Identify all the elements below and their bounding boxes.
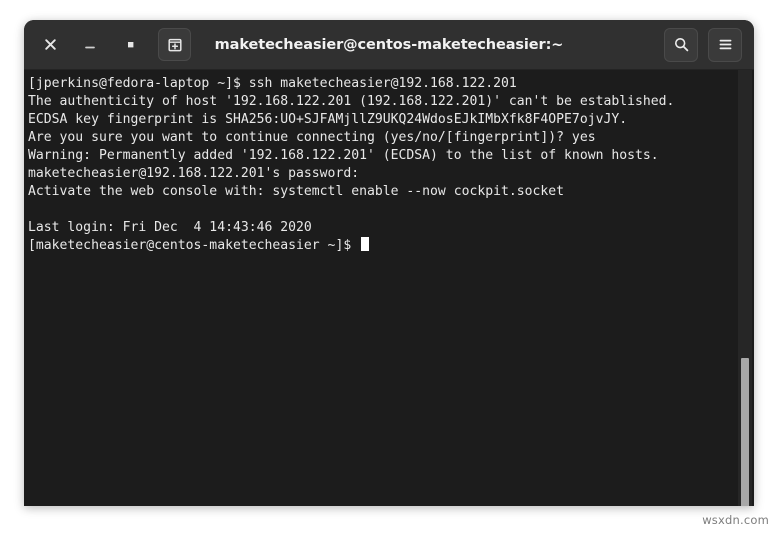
minimize-icon bbox=[85, 46, 95, 49]
menu-icon bbox=[719, 39, 731, 50]
search-button[interactable] bbox=[664, 27, 698, 62]
close-button[interactable] bbox=[36, 31, 64, 59]
maximize-icon bbox=[127, 42, 133, 48]
terminal-line: Activate the web console with: systemctl… bbox=[28, 184, 565, 199]
terminal-line: Last login: Fri Dec 4 14:43:46 2020 bbox=[28, 220, 312, 235]
terminal-line: [maketecheasier@centos-maketecheasier ~]… bbox=[28, 237, 736, 255]
terminal-line: maketecheasier@192.168.122.201's passwor… bbox=[28, 166, 360, 181]
terminal-window: maketecheasier@centos-maketecheasier:~ [… bbox=[24, 20, 754, 506]
close-icon bbox=[44, 39, 56, 50]
terminal-line: [jperkins@fedora-laptop ~]$ ssh maketech… bbox=[28, 76, 517, 91]
minimize-button[interactable] bbox=[76, 31, 104, 59]
terminal-line: ECDSA key fingerprint is SHA256:UO+SJFAM… bbox=[28, 112, 628, 127]
terminal-cursor bbox=[361, 237, 370, 251]
new-terminal-button[interactable] bbox=[158, 28, 191, 61]
terminal-output: [jperkins@fedora-laptop ~]$ ssh maketech… bbox=[28, 75, 736, 255]
titlebar[interactable]: maketecheasier@centos-maketecheasier:~ bbox=[24, 20, 754, 70]
terminal-body[interactable]: [jperkins@fedora-laptop ~]$ ssh maketech… bbox=[24, 70, 754, 506]
terminal-line: The authenticity of host '192.168.122.20… bbox=[28, 94, 675, 109]
menu-button[interactable] bbox=[708, 27, 742, 62]
terminal-line: Are you sure you want to continue connec… bbox=[28, 130, 596, 145]
titlebar-right-actions bbox=[664, 27, 754, 62]
terminal-line: Warning: Permanently added '192.168.122.… bbox=[28, 148, 659, 163]
terminal-scrollbar[interactable] bbox=[738, 70, 752, 506]
search-icon bbox=[674, 37, 688, 52]
maximize-button[interactable] bbox=[116, 31, 144, 59]
new-terminal-icon bbox=[167, 38, 182, 51]
watermark: wsxdn.com bbox=[702, 513, 769, 527]
terminal-scrollbar-thumb[interactable] bbox=[741, 358, 749, 506]
